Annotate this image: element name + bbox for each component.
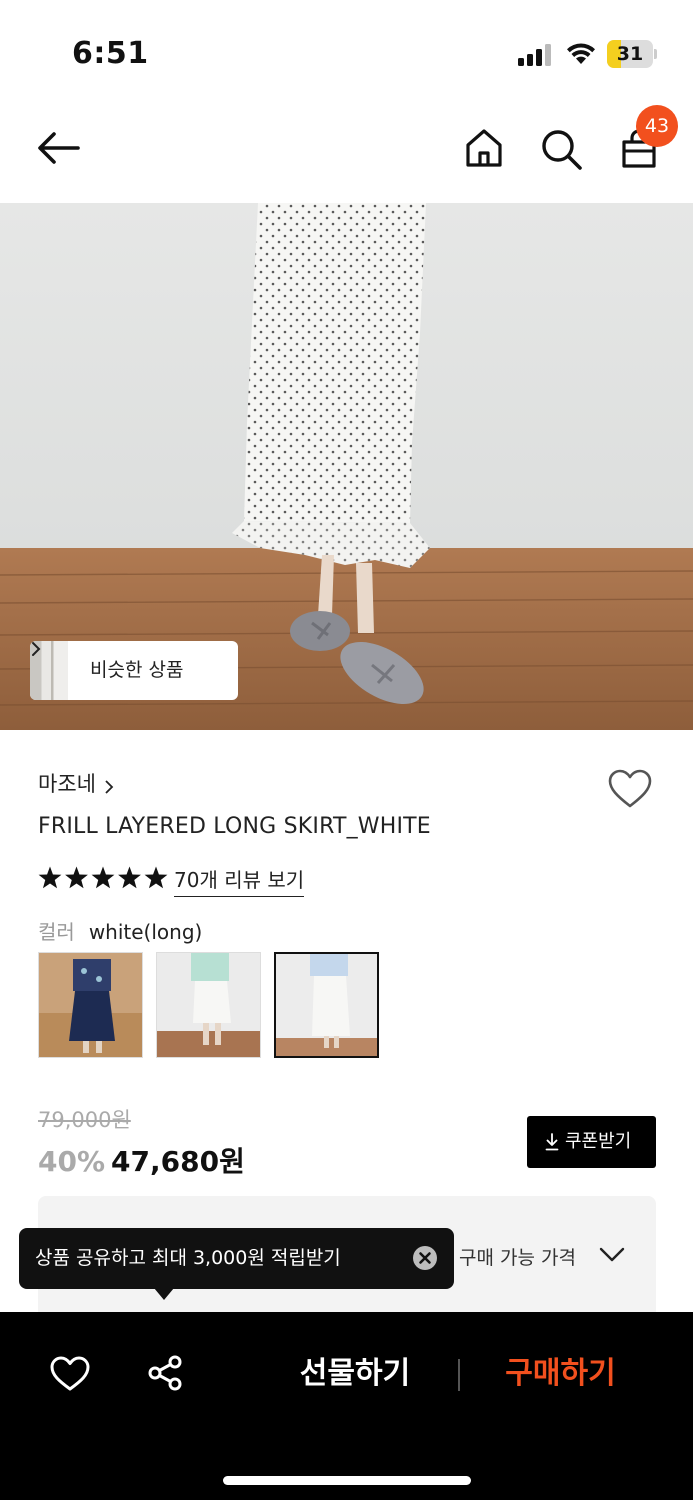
cart-count-badge: 43 [636, 105, 678, 147]
top-nav-bar: 43 [0, 100, 693, 203]
discount-rate: 40% [38, 1145, 106, 1178]
color-swatch-navy[interactable] [38, 952, 143, 1058]
star-rating [38, 866, 168, 889]
tooltip-text: 상품 공유하고 최대 3,000원 적립받기 [35, 1247, 341, 1269]
star-icon [118, 866, 141, 889]
battery-level: 31 [616, 43, 644, 65]
brand-name: 마조네 [38, 772, 96, 796]
color-swatch-white-short[interactable] [156, 952, 261, 1058]
chevron-down-icon [599, 1247, 625, 1262]
bottom-action-bar: 선물하기 구매하기 [0, 1312, 693, 1500]
similar-products-label: 비슷한 상품 [90, 659, 184, 681]
brand-link[interactable]: 마조네 [38, 768, 114, 798]
wifi-icon [567, 43, 595, 64]
chevron-right-icon [32, 642, 41, 656]
gift-button[interactable]: 선물하기 [270, 1346, 440, 1402]
divider [458, 1359, 460, 1391]
share-icon[interactable] [146, 1354, 184, 1392]
cellular-signal-icon [518, 44, 551, 66]
original-price: 79,000원 [38, 1108, 131, 1132]
chevron-right-icon [105, 779, 114, 794]
buy-button[interactable]: 구매하기 [478, 1346, 643, 1402]
final-price: 47,680원 [111, 1145, 245, 1178]
selected-color-value: white(long) [88, 920, 203, 944]
similar-products-button[interactable]: 비슷한 상품 [30, 641, 238, 700]
color-option-row: 컬러 white(long) [38, 916, 202, 945]
product-title: FRILL LAYERED LONG SKIRT_WHITE [38, 814, 431, 839]
status-time: 6:51 [72, 36, 149, 71]
star-icon [38, 866, 62, 889]
close-icon[interactable] [412, 1245, 438, 1271]
coupon-download-button[interactable]: 쿠폰받기 [527, 1116, 656, 1168]
download-icon [545, 1133, 559, 1151]
wishlist-heart-icon[interactable] [607, 768, 653, 810]
tooltip-pointer [154, 1288, 174, 1300]
status-bar: 6:51 31 [0, 0, 693, 100]
heart-icon[interactable] [50, 1356, 90, 1392]
purchase-price-label: 구매 가능 가격 [459, 1247, 576, 1269]
star-icon [144, 866, 168, 889]
back-arrow-icon[interactable] [34, 126, 82, 170]
star-icon [65, 866, 88, 889]
price-row: 40% 47,680원 [38, 1140, 245, 1180]
home-icon[interactable] [462, 126, 506, 170]
share-reward-tooltip: 상품 공유하고 최대 3,000원 적립받기 [19, 1228, 454, 1300]
color-swatch-white-long[interactable] [274, 952, 379, 1058]
color-label: 컬러 [38, 920, 75, 944]
home-indicator [223, 1476, 471, 1485]
star-icon [91, 866, 115, 889]
battery-icon: 31 [607, 40, 657, 68]
product-image[interactable]: 비슷한 상품 [0, 203, 693, 730]
review-link[interactable]: 70개 리뷰 보기 [174, 864, 305, 897]
search-icon[interactable] [538, 126, 584, 172]
coupon-button-label: 쿠폰받기 [565, 1131, 632, 1152]
